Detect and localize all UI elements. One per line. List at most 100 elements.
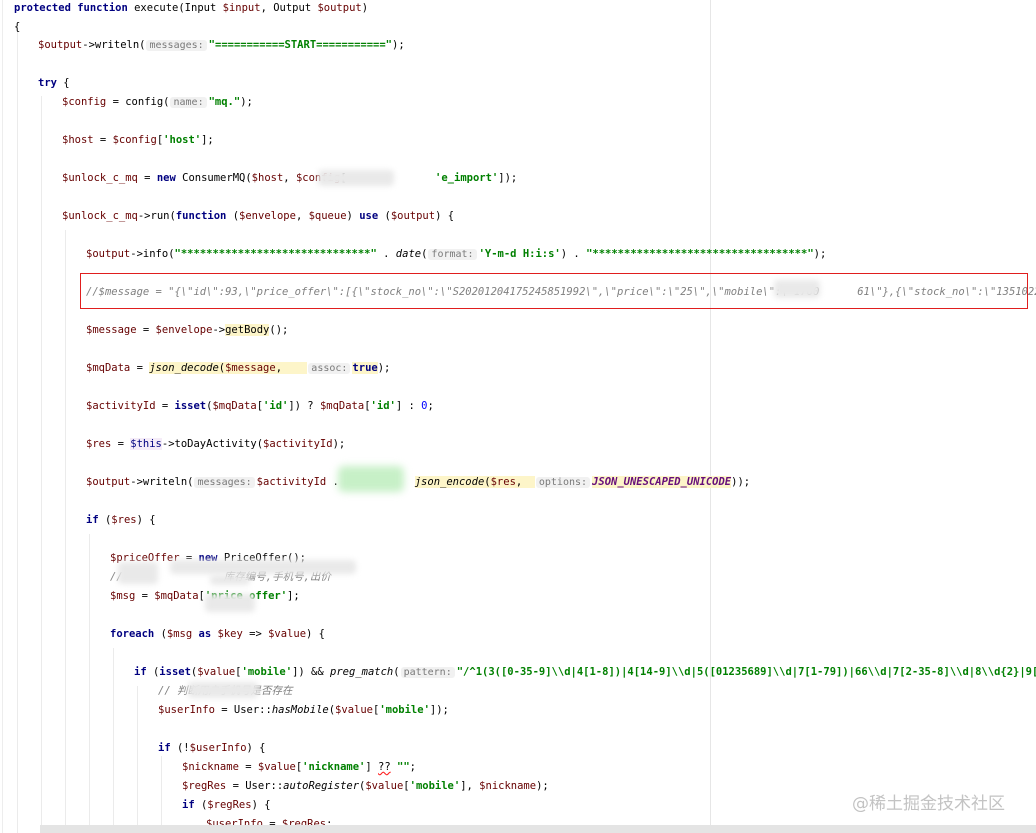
code-token: $key: [217, 628, 243, 640]
code-line[interactable]: $mqData = json_decode($message, assoc: tr…: [86, 360, 390, 376]
code-line[interactable]: if ($regRes) {: [182, 797, 271, 813]
code-token: ->run(: [137, 210, 176, 222]
code-token: protected function: [14, 2, 135, 14]
code-token: $mqData: [154, 590, 199, 602]
code-token: =: [136, 324, 156, 336]
code-token: =: [135, 590, 155, 602]
code-token: "===========START===========": [208, 39, 392, 51]
code-token: 'Y-m-d H:i:s': [478, 248, 561, 260]
code-token: if: [134, 666, 153, 678]
parameter-hint: assoc:: [308, 363, 351, 374]
code-token: json_decode: [149, 362, 219, 374]
code-line[interactable]: $regRes = User::autoRegister($value['mob…: [182, 778, 549, 794]
code-token: ->writeln(: [130, 476, 194, 488]
code-token: ) {: [136, 514, 156, 526]
code-token: function: [175, 210, 233, 222]
code-token: $value: [365, 780, 404, 792]
code-token: $host: [251, 172, 284, 184]
code-token: $envelope: [155, 324, 213, 336]
code-token: $regRes: [207, 799, 252, 811]
code-token: );: [392, 39, 405, 51]
code-token: $message: [225, 362, 276, 374]
code-line[interactable]: $res = $this->toDayActivity($activityId)…: [86, 436, 345, 452]
horizontal-scrollbar[interactable]: [40, 825, 1036, 833]
code-token: ,: [515, 476, 535, 488]
code-line[interactable]: {: [14, 19, 20, 35]
code-token: , Output: [260, 2, 318, 14]
code-token: 'e_import': [435, 172, 499, 184]
code-token: 'id': [370, 400, 396, 412]
code-line[interactable]: $message = $envelope->getBody();: [86, 322, 288, 338]
code-line[interactable]: $config = config(name: "mq.");: [62, 94, 253, 110]
code-token: $userInfo: [158, 704, 215, 716]
code-token: ) {: [251, 799, 271, 811]
code-line[interactable]: if ($res) {: [86, 512, 156, 528]
code-token: new: [156, 172, 183, 184]
code-token: json_encode: [414, 476, 485, 488]
parameter-hint: pattern:: [400, 667, 455, 678]
code-token: ],: [460, 780, 480, 792]
code-token: $msg: [110, 590, 136, 602]
code-token: $output: [86, 476, 131, 488]
code-token: use: [359, 210, 385, 222]
code-line[interactable]: $userInfo = User::hasMobile($value['mobi…: [158, 702, 449, 718]
code-token: $res: [490, 476, 516, 488]
code-token: =>: [242, 628, 269, 640]
code-line[interactable]: $activityId = isset($mqData['id']) ? $mq…: [86, 398, 434, 414]
code-token: $message: [86, 324, 137, 336]
redacted-region: [118, 562, 158, 584]
code-token: ];: [201, 134, 214, 146]
code-line[interactable]: $unlock_c_mq->run(function ($envelope, $…: [62, 208, 454, 224]
code-token: $output: [317, 2, 362, 14]
code-token: $output: [86, 248, 131, 260]
code-token: ,: [275, 362, 308, 374]
code-line[interactable]: protected function execute(Input $input,…: [14, 0, 368, 16]
code-line[interactable]: $nickname = $value['nickname'] ?? "";: [182, 759, 416, 775]
code-token: try: [38, 77, 64, 89]
code-token: = config(: [106, 96, 170, 108]
code-token: );: [332, 438, 346, 450]
code-token: );: [377, 362, 391, 374]
code-token: "**********************************": [586, 248, 814, 260]
code-line[interactable]: try {: [38, 75, 70, 91]
code-token: ]) &&: [292, 666, 331, 678]
code-token: ->: [212, 324, 226, 336]
redacted-region: [338, 466, 404, 492]
code-token: ) {: [435, 210, 455, 222]
code-line[interactable]: $output->writeln(messages: $activityId . …: [86, 474, 750, 490]
code-token: if: [86, 514, 105, 526]
parameter-hint: options:: [535, 477, 591, 488]
code-token: if: [182, 799, 201, 811]
code-token: $config: [62, 96, 107, 108]
code-token: );: [240, 96, 253, 108]
right-margin-guide: [710, 0, 711, 833]
code-line[interactable]: if (!$userInfo) {: [158, 740, 266, 756]
indent-guide: [113, 648, 114, 833]
highlight-box: [80, 273, 1028, 309]
indent-guide: [137, 686, 138, 833]
code-token: $res: [86, 438, 112, 450]
code-editor[interactable]: protected function execute(Input $input,…: [0, 0, 1036, 833]
code-token: = User::: [214, 704, 272, 716]
code-line[interactable]: $output->info("*************************…: [86, 246, 826, 262]
code-line[interactable]: $unlock_c_mq = new ConsumerMQ($host, $co…: [62, 170, 517, 186]
code-token: $unlock_c_mq: [62, 210, 138, 222]
code-token: =: [137, 172, 157, 184]
code-token: );: [536, 780, 549, 792]
code-token: execute(Input: [134, 2, 223, 14]
code-token: ]: [365, 761, 379, 773]
parameter-hint: messages:: [194, 477, 255, 488]
code-token: ]) ?: [288, 400, 320, 412]
code-line[interactable]: $host = $config['host'];: [62, 132, 214, 148]
code-line[interactable]: $output->writeln(messages: "===========ST…: [38, 37, 405, 53]
code-token: ));: [731, 476, 751, 488]
code-line[interactable]: if (isset($value['mobile']) && preg_matc…: [134, 664, 1036, 680]
code-token: (!: [176, 742, 190, 754]
parameter-hint: messages:: [146, 40, 207, 51]
code-token: (: [393, 666, 400, 678]
code-line[interactable]: foreach ($msg as $key => $value) {: [110, 626, 325, 642]
code-token: true: [352, 362, 378, 374]
code-token: {: [14, 21, 21, 33]
code-token: =: [111, 438, 131, 450]
code-token: 'nickname': [302, 761, 366, 773]
